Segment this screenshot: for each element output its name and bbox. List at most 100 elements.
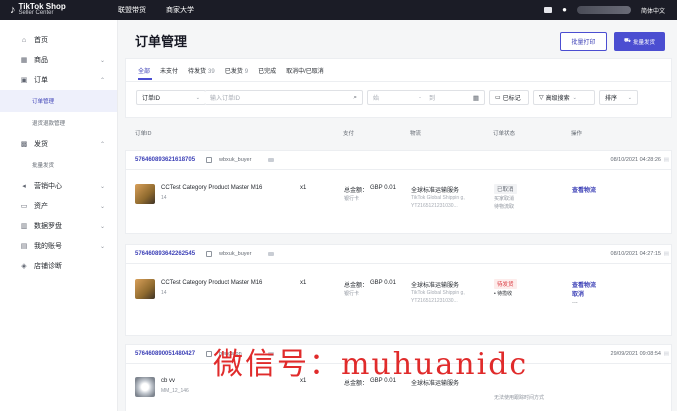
order-id-link[interactable]: 576460893642262545 bbox=[135, 251, 195, 257]
action-link[interactable]: 查看物流 bbox=[572, 280, 596, 289]
filter-icon: ▽ bbox=[539, 95, 544, 101]
order-time: 08/10/2021 04:27:15 bbox=[610, 251, 661, 257]
sidebar-subitem[interactable]: 订单管理 bbox=[0, 90, 117, 112]
tab-4[interactable]: 已完成 bbox=[258, 66, 276, 75]
truck-icon: ▩ bbox=[20, 141, 28, 148]
action-link[interactable]: 查看物流 bbox=[572, 185, 596, 194]
chevron-down-icon: ⌄ bbox=[99, 243, 105, 250]
order-id-input[interactable]: 输入订单ID ⌕ bbox=[205, 90, 363, 105]
account-menu[interactable] bbox=[576, 6, 631, 14]
payment-method: 银行卡 bbox=[344, 291, 360, 297]
chat-icon[interactable] bbox=[268, 252, 274, 256]
order-header: 576460893621618705 wbxuk_buyer 08/10/2021 … bbox=[126, 151, 671, 170]
top-bar: ♪ TikTok Shop Seller Center 联盟带货 商家大学 ● … bbox=[0, 0, 677, 20]
product-thumbnail bbox=[135, 377, 155, 397]
more-icon[interactable]: ▤ bbox=[664, 251, 669, 257]
tab-label: 已完成 bbox=[258, 69, 277, 75]
status-badge: 待发货 bbox=[494, 279, 517, 289]
product-name[interactable]: CCTest Category Product Master M16 bbox=[161, 185, 262, 191]
tabs-divider bbox=[126, 81, 671, 82]
order-id-placeholder: 输入订单ID bbox=[210, 96, 241, 102]
nav-university[interactable]: 商家大学 bbox=[166, 5, 194, 15]
batch-print-button[interactable]: 批量打印 bbox=[560, 32, 607, 51]
tab-count: 9 bbox=[244, 69, 249, 75]
date-start: 始 bbox=[373, 96, 380, 102]
language-switcher[interactable]: 简体中文 bbox=[641, 6, 665, 15]
tab-label: 已发货 bbox=[224, 69, 243, 75]
sidebar-item-label: 店铺诊断 bbox=[34, 263, 62, 270]
chevron-down-icon: ⌄ bbox=[99, 183, 105, 190]
tab-5[interactable]: 取消中/已取消 bbox=[286, 66, 324, 75]
total-amount: GBP 0.01 bbox=[370, 185, 396, 191]
order-id-select[interactable]: 订单ID ⌄ bbox=[136, 90, 206, 105]
date-range-picker[interactable]: 始 - 到 ▦ bbox=[367, 90, 485, 105]
product-name[interactable]: CCTest Category Product Master M16 bbox=[161, 280, 262, 286]
batch-ship-button[interactable]: ⛟ 批量发货 bbox=[614, 32, 665, 51]
brand-subtitle: Seller Center bbox=[18, 10, 54, 16]
brand-title: TikTok Shop bbox=[18, 2, 66, 11]
sidebar-item-label: 资产 bbox=[34, 203, 48, 210]
order-tabs: 全部 未支付 待发货 39 已发货 9 已完成 取消中/已取消 bbox=[138, 66, 324, 75]
order-card: 576460893621618705 wbxuk_buyer 08/10/2021 … bbox=[125, 150, 672, 234]
order-header: 576460893642262545 wbxuk_buyer 08/10/2021 … bbox=[126, 245, 671, 264]
marked-filter-button[interactable]: ▭ 已标记 bbox=[489, 90, 529, 105]
status-detail: 买家取消 bbox=[494, 196, 515, 202]
more-icon[interactable]: ▤ bbox=[664, 351, 669, 357]
product-sku: 14 bbox=[161, 290, 167, 296]
marked-label: 已标记 bbox=[502, 96, 521, 102]
sort-select[interactable]: 排序 ⌄ bbox=[599, 90, 638, 105]
sidebar-subitem[interactable]: 批量发货 bbox=[0, 154, 117, 176]
sidebar-item-1[interactable]: ▦ 商品 ⌄ bbox=[0, 50, 117, 70]
message-icon[interactable] bbox=[544, 7, 553, 13]
status-detail: • 待揽收 bbox=[494, 291, 513, 297]
chart-icon: ▥ bbox=[20, 223, 28, 230]
batch-ship-label: 批量发货 bbox=[632, 39, 655, 46]
copy-icon[interactable] bbox=[206, 351, 212, 357]
tab-0[interactable]: 全部 bbox=[138, 66, 150, 75]
copy-icon[interactable] bbox=[206, 157, 212, 163]
nav-affiliate[interactable]: 联盟带货 bbox=[118, 5, 146, 15]
chevron-up-icon: ⌃ bbox=[99, 77, 105, 84]
chat-icon[interactable] bbox=[268, 158, 274, 162]
chevron-down-icon: ⌄ bbox=[572, 94, 577, 101]
order-icon: ▣ bbox=[20, 77, 28, 84]
sidebar-item-8[interactable]: ◈ 店铺诊断 bbox=[0, 256, 117, 276]
sidebar-item-6[interactable]: ▥ 数据罗盘 ⌄ bbox=[0, 216, 117, 236]
box-icon: ▦ bbox=[20, 57, 28, 64]
order-time: 08/10/2021 04:28:26 bbox=[610, 157, 661, 163]
more-icon[interactable]: ▤ bbox=[664, 157, 669, 163]
bell-icon[interactable]: ● bbox=[562, 6, 567, 14]
chevron-down-icon: ⌄ bbox=[99, 57, 105, 64]
tab-label: 全部 bbox=[138, 69, 151, 75]
product-name[interactable]: cb vv bbox=[161, 378, 175, 384]
sidebar-item-2[interactable]: ▣ 订单 ⌃ bbox=[0, 70, 117, 90]
product-sku: 14 bbox=[161, 195, 167, 201]
chevron-down-icon: ⌄ bbox=[627, 94, 632, 101]
search-icon[interactable]: ⌕ bbox=[353, 94, 357, 102]
sidebar-subitem[interactable]: 退货退款管理 bbox=[0, 112, 117, 134]
total-amount: GBP 0.01 bbox=[370, 280, 396, 286]
chevron-down-icon: ⌄ bbox=[99, 203, 105, 210]
sidebar-item-5[interactable]: ▭ 资产 ⌄ bbox=[0, 196, 117, 216]
tab-2[interactable]: 待发货 39 bbox=[188, 66, 215, 75]
sidebar-item-4[interactable]: ◂ 营销中心 ⌄ bbox=[0, 176, 117, 196]
tab-1[interactable]: 未支付 bbox=[160, 66, 178, 75]
product-sku: MM_12_146 bbox=[161, 388, 189, 394]
sidebar-item-3[interactable]: ▩ 发货 ⌃ bbox=[0, 134, 117, 154]
sidebar-item-7[interactable]: ▤ 我的账号 ⌄ bbox=[0, 236, 117, 256]
order-id-link[interactable]: 576460890051480427 bbox=[135, 351, 195, 357]
tab-3[interactable]: 已发货 9 bbox=[225, 66, 248, 75]
brand-logo[interactable]: ♪ TikTok Shop Seller Center bbox=[0, 3, 118, 17]
copy-icon[interactable] bbox=[206, 251, 212, 257]
page-title: 订单管理 bbox=[135, 34, 188, 49]
sidebar-item-label: 我的账号 bbox=[34, 243, 62, 250]
sidebar-item-0[interactable]: ⌂ 首页 bbox=[0, 30, 117, 50]
advanced-search-button[interactable]: ▽ 高级搜索 ⌄ bbox=[533, 90, 595, 105]
more-actions-button[interactable]: ... bbox=[572, 298, 578, 305]
date-end: 到 bbox=[429, 96, 436, 102]
col-order-id: 订单ID bbox=[135, 131, 152, 137]
order-id-link[interactable]: 576460893621618705 bbox=[135, 157, 195, 163]
action-link[interactable]: 取消 bbox=[572, 289, 584, 298]
col-payment: 支付 bbox=[343, 131, 355, 137]
account-icon: ▤ bbox=[20, 243, 28, 250]
